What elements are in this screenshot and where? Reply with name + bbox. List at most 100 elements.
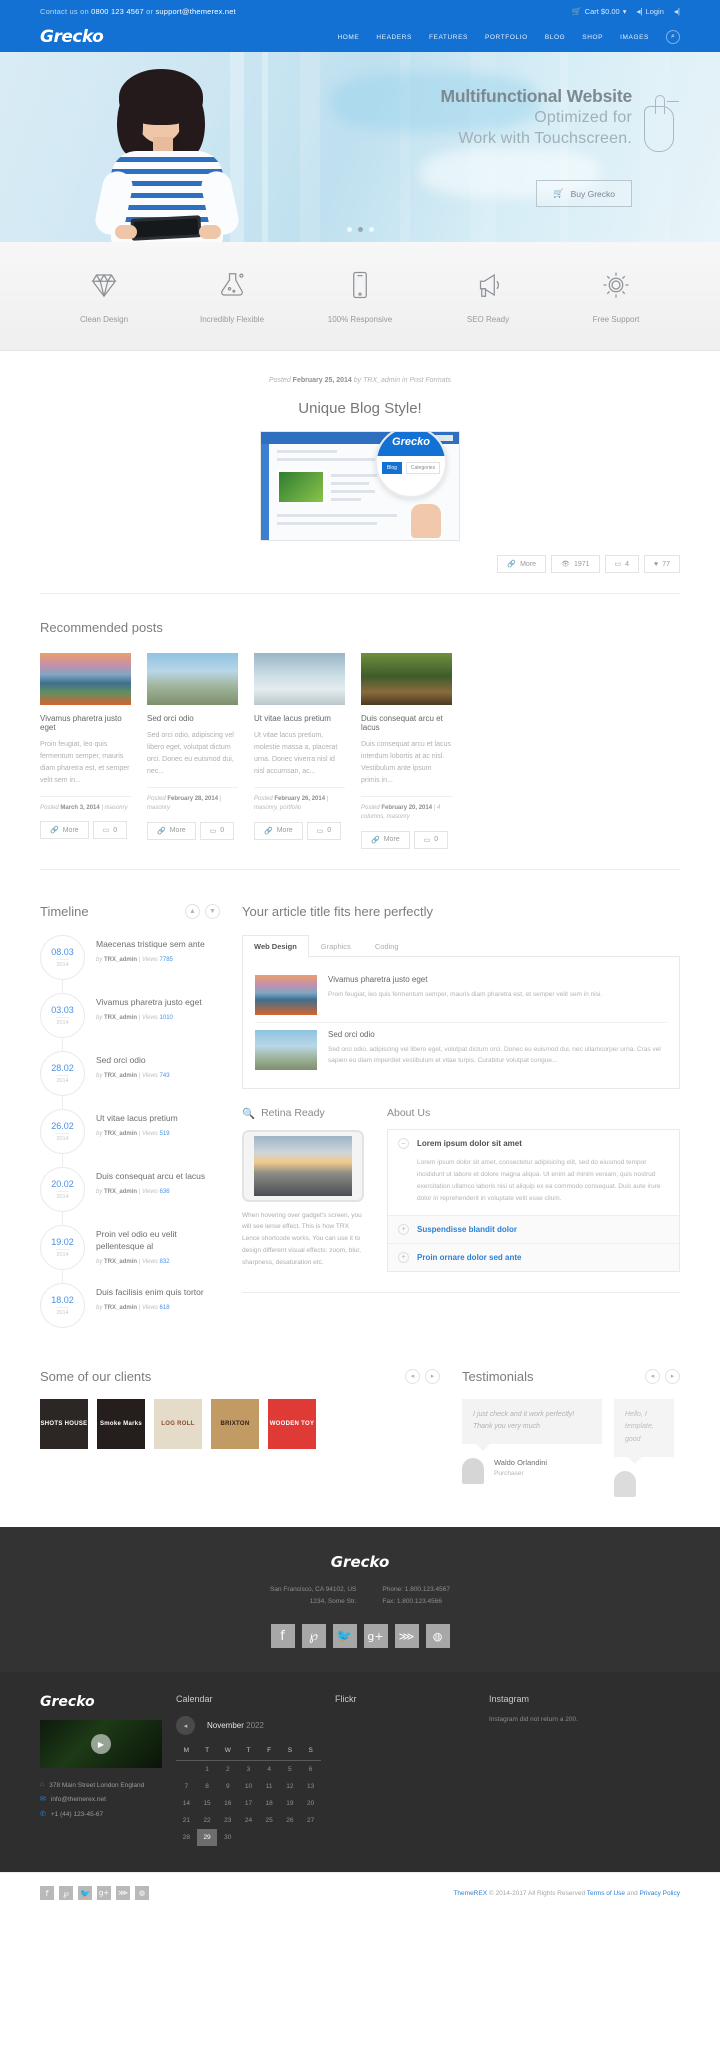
nav-item-features[interactable]: FEATURES — [429, 34, 468, 41]
post-title[interactable]: Duis consequat arcu et lacus — [361, 714, 452, 732]
list-item[interactable]: 18.02 2014 Duis facilisis enim quis tort… — [40, 1282, 220, 1328]
calendar-day[interactable]: 22 — [197, 1812, 218, 1829]
footer-widget-logo[interactable]: Grecko — [40, 1694, 162, 1710]
timeline-item-title[interactable]: Duis consequat arcu et lacus — [96, 1171, 205, 1183]
client-logo[interactable]: Smoke Marks — [97, 1398, 145, 1449]
calendar-day[interactable]: 15 — [197, 1795, 218, 1812]
list-item[interactable]: Vivamus pharetra justo eget Proin feugia… — [40, 653, 131, 849]
calendar-day[interactable]: 30 — [217, 1829, 238, 1846]
slider-dot-2[interactable] — [357, 227, 363, 232]
accordion-item-closed[interactable]: + Proin ornare dolor sed ante — [388, 1243, 679, 1271]
site-logo[interactable]: Grecko — [40, 27, 104, 47]
calendar-day[interactable]: 6 — [300, 1761, 321, 1779]
nav-item-shop[interactable]: SHOP — [582, 34, 603, 41]
accordion-item-open[interactable]: – Lorem ipsum dolor sit amet Lorem ipsum… — [388, 1130, 679, 1216]
tab-coding[interactable]: Coding — [363, 935, 411, 957]
calendar-day[interactable]: 28 — [176, 1829, 197, 1846]
lens-tab-categories[interactable]: Categories — [405, 462, 441, 474]
calendar-day[interactable]: 20 — [300, 1795, 321, 1812]
timeline-item-title[interactable]: Proin vel odio eu velit pellentesque al — [96, 1229, 220, 1253]
calendar-day[interactable]: 12 — [280, 1778, 301, 1795]
arrow-up-icon[interactable]: ▲ — [185, 903, 200, 919]
dribbble-icon[interactable]: ◍ — [135, 1886, 149, 1901]
timeline-item-title[interactable]: Maecenas tristique sem ante — [96, 939, 205, 951]
rss-icon[interactable]: ⋙ — [394, 1624, 419, 1649]
list-item[interactable]: Vivamus pharetra justo eget Proin feugia… — [255, 968, 667, 1022]
comments-button[interactable]: ▭ 0 — [92, 821, 128, 840]
calendar-day[interactable]: 8 — [197, 1778, 218, 1795]
list-item[interactable]: Sed orci odio Sed orci odio, adipiscing … — [147, 653, 238, 849]
post-thumbnail[interactable] — [255, 1029, 317, 1070]
comments-button[interactable]: ▭ 0 — [413, 830, 449, 849]
feature-responsive[interactable]: 100% Responsive — [296, 266, 424, 324]
calendar-day-today[interactable]: 29 — [196, 1829, 218, 1847]
login-link[interactable]: ◂| Login — [636, 7, 663, 16]
twitter-icon[interactable]: 🐦 — [332, 1624, 357, 1649]
tablet-mockup[interactable] — [242, 1129, 364, 1202]
post-views-button[interactable]: 👁 1971 — [551, 555, 600, 573]
client-logo[interactable]: SHOTS HOUSE — [40, 1398, 88, 1449]
timeline-item-title[interactable]: Ut vitae lacus pretium — [96, 1113, 178, 1125]
dribbble-icon[interactable]: ◍ — [425, 1624, 450, 1649]
post-title[interactable]: Vivamus pharetra justo eget — [40, 714, 131, 732]
accordion-header[interactable]: + Suspendisse blandit dolor — [388, 1216, 679, 1243]
pinterest-icon[interactable]: ℘ — [301, 1624, 326, 1649]
post-title[interactable]: Ut vitae lacus pretium — [254, 714, 345, 723]
list-item[interactable]: 28.02 2014 Sed orci odio by TRX_admin | … — [40, 1050, 220, 1096]
post-thumbnail[interactable] — [40, 653, 131, 705]
timeline-item-title[interactable]: Vivamus pharetra justo eget — [96, 997, 202, 1009]
pinterest-icon[interactable]: ℘ — [59, 1886, 73, 1901]
accordion-header[interactable]: – Lorem ipsum dolor sit amet — [388, 1130, 679, 1157]
post-thumbnail[interactable] — [254, 653, 345, 705]
calendar-day[interactable]: 13 — [300, 1778, 321, 1795]
client-logo[interactable]: WOODEN TOY — [268, 1398, 316, 1449]
calendar-day[interactable]: 4 — [259, 1761, 280, 1779]
calendar-day[interactable]: 10 — [238, 1778, 259, 1795]
language-switcher[interactable]: ◂| — [674, 7, 680, 16]
meta-category[interactable]: Post Formats — [409, 377, 451, 384]
more-button[interactable]: 🔗 More — [40, 821, 89, 840]
lens-tab-blog[interactable]: Blog — [381, 462, 402, 474]
client-logo[interactable]: LOG ROLL — [154, 1398, 202, 1449]
footer-logo[interactable]: Grecko — [40, 1553, 680, 1571]
list-item[interactable]: 03.03 2014 Vivamus pharetra justo eget b… — [40, 992, 220, 1038]
calendar-day[interactable]: 9 — [217, 1778, 238, 1795]
slider-dot-3[interactable] — [368, 227, 374, 232]
nav-item-portfolio[interactable]: PORTFOLIO — [485, 34, 528, 41]
list-item[interactable]: Duis consequat arcu et lacus Duis conseq… — [361, 653, 452, 849]
search-icon[interactable]: ⌕ — [666, 30, 680, 44]
calendar-day[interactable]: 11 — [259, 1778, 280, 1795]
calendar-day[interactable]: 21 — [176, 1812, 197, 1829]
calendar-day[interactable]: 23 — [217, 1812, 238, 1829]
calendar-day[interactable]: 14 — [176, 1795, 197, 1812]
calendar-day[interactable]: 24 — [238, 1812, 259, 1829]
more-button[interactable]: 🔗 More — [147, 821, 196, 840]
arrow-right-icon[interactable]: ▸ — [665, 1368, 680, 1384]
calendar-day[interactable]: 18 — [259, 1795, 280, 1812]
play-icon[interactable]: ▶ — [91, 1734, 111, 1755]
calendar-day[interactable]: 27 — [300, 1812, 321, 1829]
googleplus-icon[interactable]: g+ — [97, 1886, 111, 1901]
list-item[interactable]: 20.02 2014 Duis consequat arcu et lacus … — [40, 1166, 220, 1212]
arrow-down-icon[interactable]: ▼ — [205, 903, 220, 919]
feature-incredibly-flexible[interactable]: Incredibly Flexible — [168, 266, 296, 324]
post-comments-button[interactable]: ▭ 4 — [604, 555, 640, 573]
post-thumbnail[interactable] — [255, 974, 317, 1015]
nav-item-images[interactable]: IMAGES — [620, 34, 649, 41]
terms-link[interactable]: Terms of Use — [587, 1890, 625, 1897]
privacy-link[interactable]: Privacy Policy — [640, 1890, 680, 1897]
rss-icon[interactable]: ⋙ — [116, 1886, 130, 1901]
footer-video-thumbnail[interactable]: ▶ — [40, 1720, 162, 1769]
nav-item-blog[interactable]: BLOG — [545, 34, 565, 41]
comments-button[interactable]: ▭ 0 — [306, 821, 342, 840]
post-likes-button[interactable]: ♥ 77 — [644, 555, 680, 573]
calendar-day[interactable]: 25 — [259, 1812, 280, 1829]
post-more-button[interactable]: 🔗 More — [497, 555, 547, 573]
feature-clean-design[interactable]: Clean Design — [40, 266, 168, 324]
facebook-icon[interactable]: f — [270, 1624, 295, 1649]
feature-seo-ready[interactable]: SEO Ready — [424, 266, 552, 324]
arrow-left-icon[interactable]: ◂ — [405, 1368, 420, 1384]
calendar-day[interactable]: 3 — [238, 1761, 259, 1779]
calendar-day[interactable]: 17 — [238, 1795, 259, 1812]
meta-author[interactable]: TRX_admin — [363, 377, 400, 384]
